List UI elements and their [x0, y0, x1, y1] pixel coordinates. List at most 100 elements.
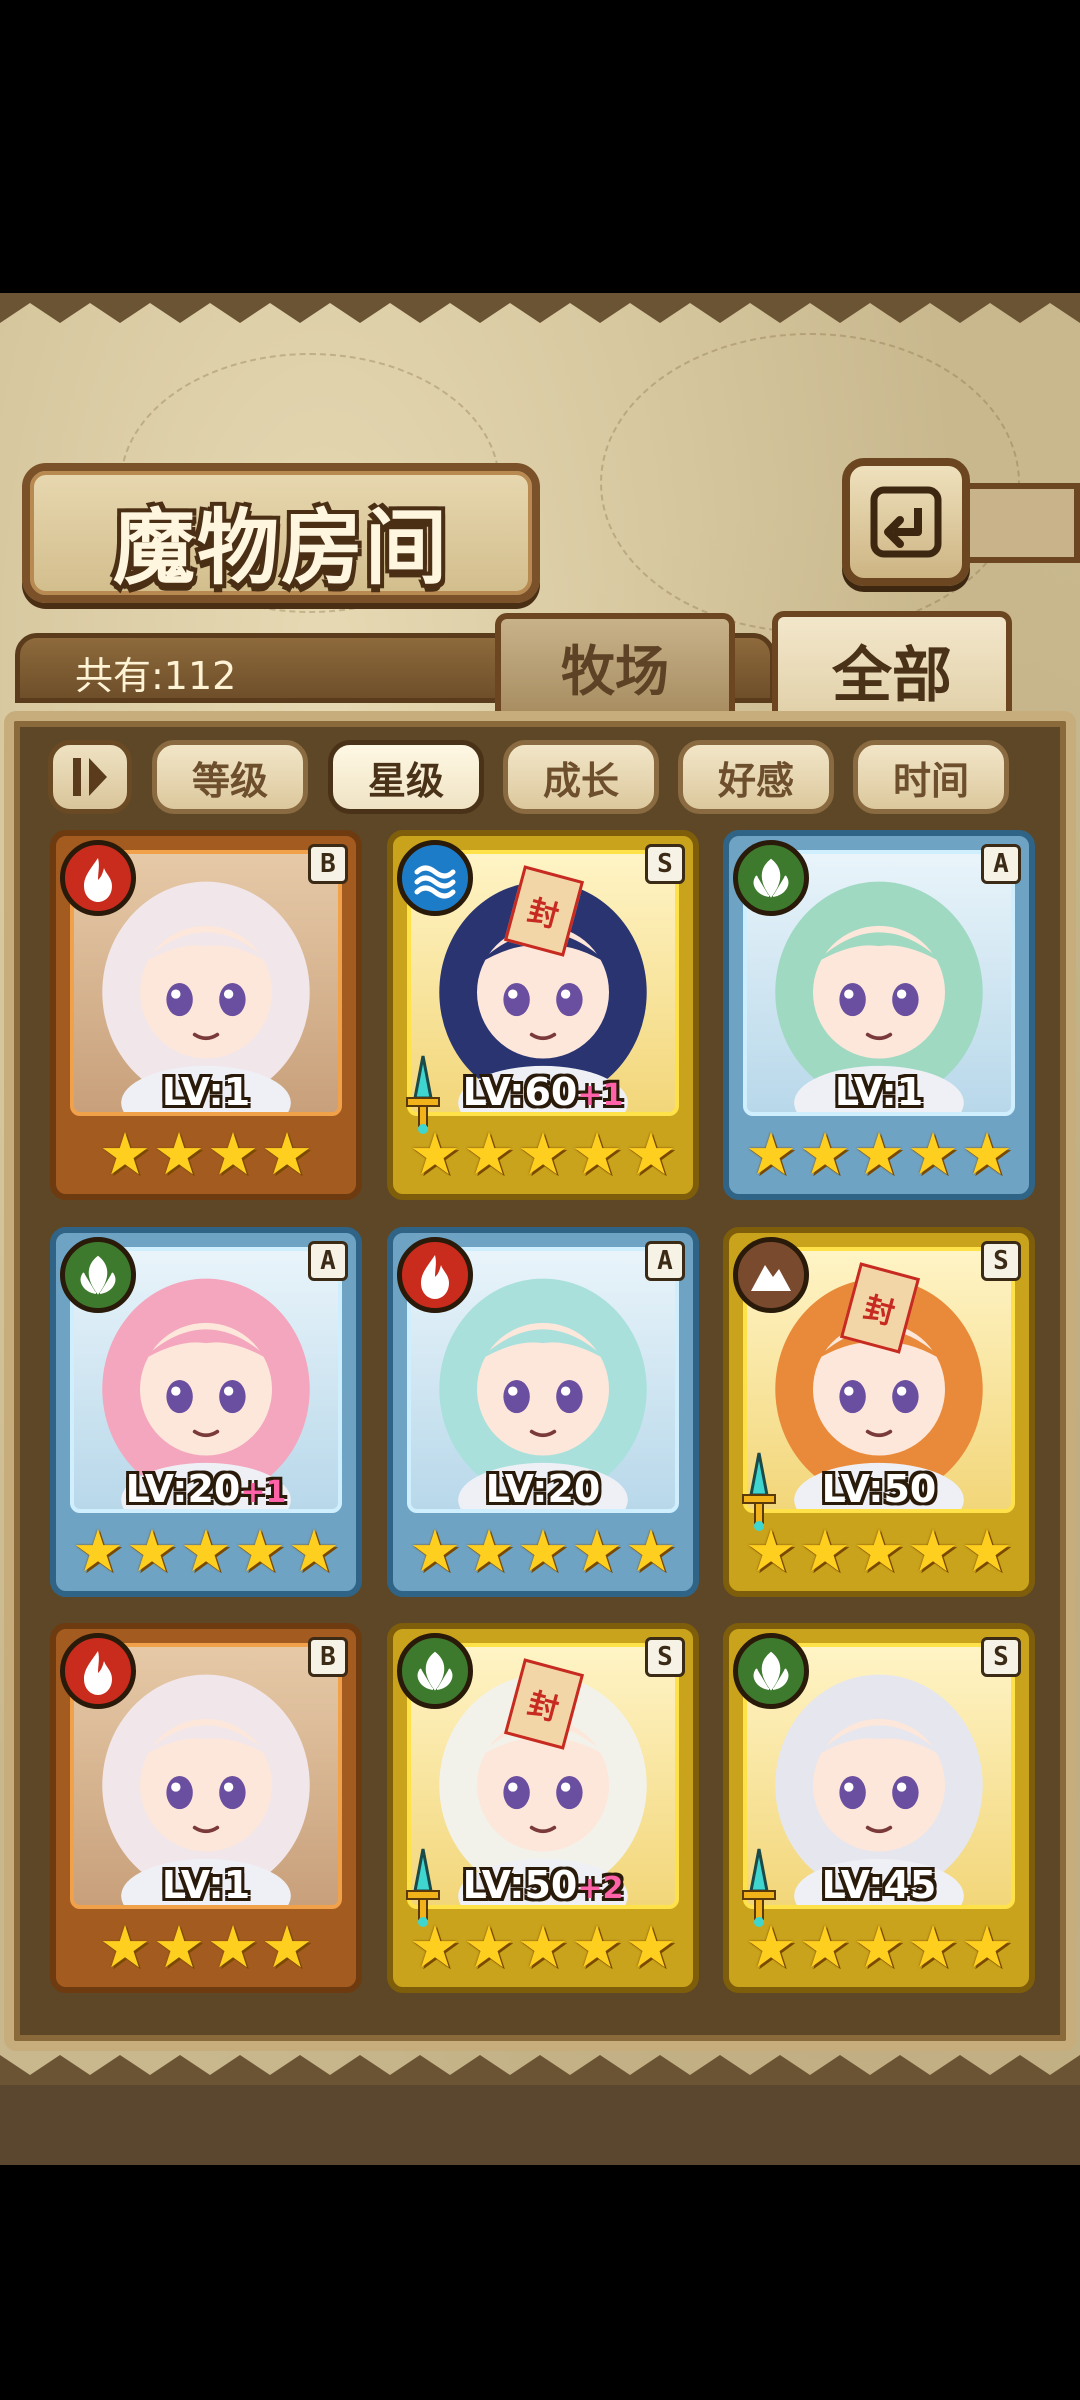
star-icon: ★: [261, 1120, 313, 1188]
star-icon: ★: [571, 1120, 623, 1188]
monster-card[interactable]: S LV:45 ★ ★ ★ ★ ★: [723, 1623, 1035, 1993]
filter-time[interactable]: 时间: [853, 740, 1009, 814]
monster-card[interactable]: A LV:20 ★ ★ ★ ★ ★: [387, 1227, 699, 1597]
zigzag-border-bottom: [0, 2055, 1080, 2085]
sort-toggle-icon: [73, 758, 107, 796]
level-text: LV:60: [462, 1070, 578, 1114]
leaf-element-badge: [733, 1633, 809, 1709]
star-rating: ★ ★ ★ ★ ★: [729, 1915, 1029, 1979]
star-icon: ★: [463, 1913, 515, 1981]
star-rating: ★ ★ ★ ★ ★: [56, 1519, 356, 1583]
monster-card[interactable]: B LV:1 ★ ★ ★ ★: [50, 830, 362, 1200]
sort-order-toggle[interactable]: [48, 740, 132, 814]
monster-card[interactable]: 封 S LV:50 ★ ★ ★ ★ ★: [723, 1227, 1035, 1597]
rank-badge: S: [981, 1241, 1021, 1281]
level-text: LV:1: [834, 1070, 924, 1114]
monster-level: LV:1: [729, 1070, 1029, 1114]
panel-bottom-strip: [0, 2085, 1080, 2165]
star-icon: ★: [961, 1913, 1013, 1981]
star-icon: ★: [907, 1913, 959, 1981]
star-icon: ★: [625, 1913, 677, 1981]
filter-affection[interactable]: 好感: [678, 740, 834, 814]
zigzag-border-top: [0, 293, 1080, 323]
star-icon: ★: [961, 1517, 1013, 1585]
monster-level: LV:45: [729, 1863, 1029, 1907]
monster-level: LV:20: [393, 1467, 693, 1511]
star-icon: ★: [571, 1517, 623, 1585]
star-icon: ★: [234, 1517, 286, 1585]
star-icon: ★: [853, 1517, 905, 1585]
star-icon: ★: [463, 1120, 515, 1188]
star-icon: ★: [625, 1517, 677, 1585]
star-icon: ★: [853, 1120, 905, 1188]
star-rating: ★ ★ ★ ★ ★: [729, 1519, 1029, 1583]
monster-level: LV:20+1: [56, 1467, 356, 1511]
star-icon: ★: [517, 1120, 569, 1188]
leaf-icon: [80, 1255, 116, 1295]
monster-level: LV:1: [56, 1070, 356, 1114]
star-icon: ★: [907, 1120, 959, 1188]
star-icon: ★: [571, 1913, 623, 1981]
fire-element-badge: [60, 1633, 136, 1709]
filter-level[interactable]: 等级: [152, 740, 308, 814]
earth-icon: [751, 1265, 791, 1291]
level-text: LV:1: [161, 1863, 251, 1907]
rank-badge: S: [645, 1637, 685, 1677]
leaf-icon: [753, 1651, 789, 1691]
monster-card[interactable]: A LV:1 ★ ★ ★ ★ ★: [723, 830, 1035, 1200]
title-plate: 魔物房间: [22, 463, 540, 603]
star-rating: ★ ★ ★ ★ ★: [393, 1122, 693, 1186]
leaf-element-badge: [733, 840, 809, 916]
star-icon: ★: [207, 1120, 259, 1188]
star-icon: ★: [261, 1913, 313, 1981]
leaf-element-badge: [60, 1237, 136, 1313]
star-icon: ★: [153, 1913, 205, 1981]
star-icon: ★: [799, 1517, 851, 1585]
monster-card[interactable]: 封 S LV:50+2 ★ ★ ★ ★ ★: [387, 1623, 699, 1993]
star-icon: ★: [463, 1517, 515, 1585]
monster-card[interactable]: 封 S LV:60+1 ★ ★ ★ ★ ★: [387, 830, 699, 1200]
level-text: LV:20: [485, 1467, 601, 1511]
star-rating: ★ ★ ★ ★: [56, 1122, 356, 1186]
level-text: LV:50: [462, 1863, 578, 1907]
filter-star[interactable]: 星级: [328, 740, 484, 814]
star-icon: ★: [99, 1120, 151, 1188]
monster-card[interactable]: B LV:1 ★ ★ ★ ★: [50, 1623, 362, 1993]
tab-all[interactable]: 全部: [772, 611, 1012, 723]
monster-level: LV:1: [56, 1863, 356, 1907]
level-text: LV:1: [161, 1070, 251, 1114]
monster-count: 共有:112: [75, 654, 237, 698]
rank-badge: A: [981, 844, 1021, 884]
filter-growth[interactable]: 成长: [503, 740, 659, 814]
star-icon: ★: [288, 1517, 340, 1585]
star-icon: ★: [517, 1913, 569, 1981]
star-icon: ★: [745, 1517, 797, 1585]
rank-badge: A: [308, 1241, 348, 1281]
star-rating: ★ ★ ★ ★: [56, 1915, 356, 1979]
rank-badge: B: [308, 1637, 348, 1677]
level-text: LV:45: [821, 1863, 937, 1907]
fire-element-badge: [60, 840, 136, 916]
rank-badge: S: [981, 1637, 1021, 1677]
star-icon: ★: [409, 1517, 461, 1585]
monster-level: LV:50: [729, 1467, 1029, 1511]
star-icon: ★: [799, 1913, 851, 1981]
leaf-icon: [417, 1651, 453, 1691]
earth-element-badge: [733, 1237, 809, 1313]
leaf-element-badge: [397, 1633, 473, 1709]
star-icon: ★: [961, 1120, 1013, 1188]
star-icon: ★: [517, 1517, 569, 1585]
star-icon: ★: [745, 1913, 797, 1981]
fire-element-badge: [397, 1237, 473, 1313]
monster-card[interactable]: A LV:20+1 ★ ★ ★ ★ ★: [50, 1227, 362, 1597]
level-text: LV:50: [821, 1467, 937, 1511]
water-element-badge: [397, 840, 473, 916]
star-icon: ★: [72, 1517, 124, 1585]
tab-ranch[interactable]: 牧场: [495, 613, 735, 713]
star-icon: ★: [745, 1120, 797, 1188]
star-icon: ★: [99, 1913, 151, 1981]
star-rating: ★ ★ ★ ★ ★: [393, 1915, 693, 1979]
star-icon: ★: [799, 1120, 851, 1188]
back-button[interactable]: [842, 458, 970, 586]
star-icon: ★: [409, 1120, 461, 1188]
